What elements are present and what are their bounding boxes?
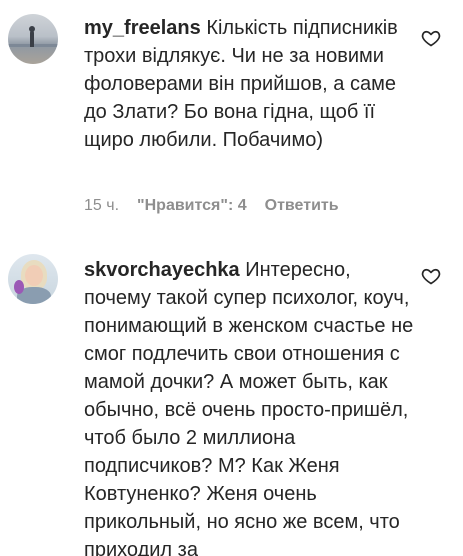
comment-body: my_freelans Кількість підписників трохи … bbox=[84, 14, 414, 154]
comment-meta: 15 ч. "Нравится": 4 Ответить bbox=[84, 197, 339, 215]
avatar-face bbox=[25, 265, 43, 286]
heart-icon[interactable] bbox=[421, 266, 441, 286]
comment-item: my_freelans Кількість підписників трохи … bbox=[0, 0, 463, 240]
comment-text: Интересно, почему такой супер психолог, … bbox=[84, 259, 414, 556]
avatar[interactable] bbox=[8, 14, 58, 64]
avatar-flower bbox=[14, 280, 24, 294]
comment-likes-count[interactable]: "Нравится": 4 bbox=[137, 197, 247, 215]
comment-username[interactable]: skvorchayechka bbox=[84, 259, 240, 281]
reply-button[interactable]: Ответить bbox=[265, 197, 339, 215]
comment-time[interactable]: 15 ч. bbox=[84, 197, 119, 215]
comment-item: skvorchayechka Интересно, почему такой с… bbox=[0, 240, 463, 556]
heart-icon[interactable] bbox=[421, 28, 441, 48]
comment-body: skvorchayechka Интересно, почему такой с… bbox=[84, 256, 414, 556]
avatar-figure bbox=[30, 31, 34, 47]
comment-username[interactable]: my_freelans bbox=[84, 17, 201, 39]
avatar[interactable] bbox=[8, 254, 58, 304]
